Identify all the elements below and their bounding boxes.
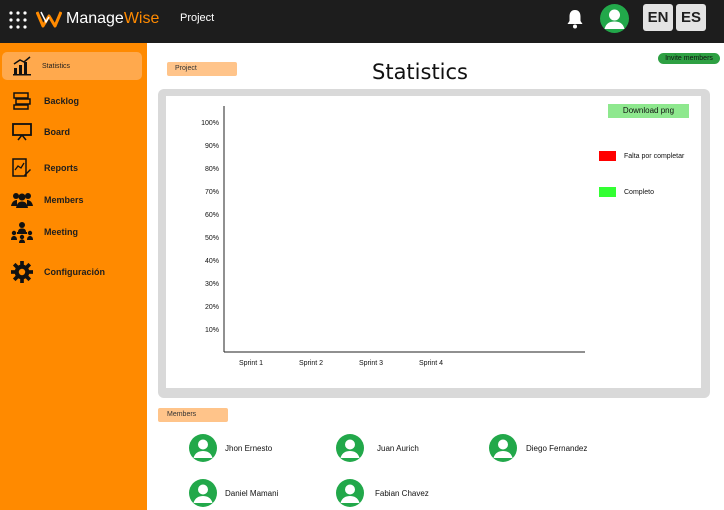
member-item[interactable]: Fabian Chavez	[336, 479, 429, 507]
y-tick-label: 60%	[205, 212, 219, 219]
member-name: Jhon Ernesto	[225, 443, 273, 453]
x-tick-label: Sprint 2	[299, 360, 323, 367]
download-png-button[interactable]: Download png	[608, 104, 689, 118]
y-tick-label: 80%	[205, 166, 219, 173]
member-item[interactable]: Diego Fernandez	[489, 434, 587, 462]
y-tick-label: 20%	[205, 304, 219, 311]
member-name: Juan Aurich	[377, 443, 419, 453]
legend-label: Completo	[624, 188, 654, 196]
x-tick-label: Sprint 4	[419, 360, 443, 367]
member-name: Diego Fernandez	[526, 443, 588, 453]
y-tick-label: 30%	[205, 281, 219, 288]
legend-item-completo: Completo	[599, 186, 654, 198]
member-item[interactable]: Daniel Mamani	[189, 479, 278, 507]
y-tick-label: 50%	[205, 235, 219, 242]
legend-swatch	[599, 187, 616, 197]
member-name: Daniel Mamani	[225, 488, 279, 498]
legend-swatch	[599, 151, 616, 161]
member-name: Fabian Chavez	[375, 488, 429, 498]
members-tag: Members	[158, 408, 228, 422]
user-avatar-icon	[189, 434, 217, 462]
legend-label: Falta por completar	[624, 152, 685, 160]
y-tick-label: 40%	[205, 258, 219, 265]
user-avatar-icon	[489, 434, 517, 462]
y-tick-label: 90%	[205, 143, 219, 150]
legend-item-falta: Falta por completar	[599, 150, 684, 162]
user-avatar-icon	[336, 479, 364, 507]
user-avatar-icon	[189, 479, 217, 507]
y-tick-label: 70%	[205, 189, 219, 196]
member-item[interactable]: Juan Aurich	[336, 434, 419, 462]
x-tick-label: Sprint 3	[359, 360, 383, 367]
x-tick-label: Sprint 1	[239, 360, 263, 367]
y-tick-label: 10%	[205, 327, 219, 334]
user-avatar-icon	[336, 434, 364, 462]
member-item[interactable]: Jhon Ernesto	[189, 434, 272, 462]
y-tick-label: 100%	[201, 120, 219, 127]
